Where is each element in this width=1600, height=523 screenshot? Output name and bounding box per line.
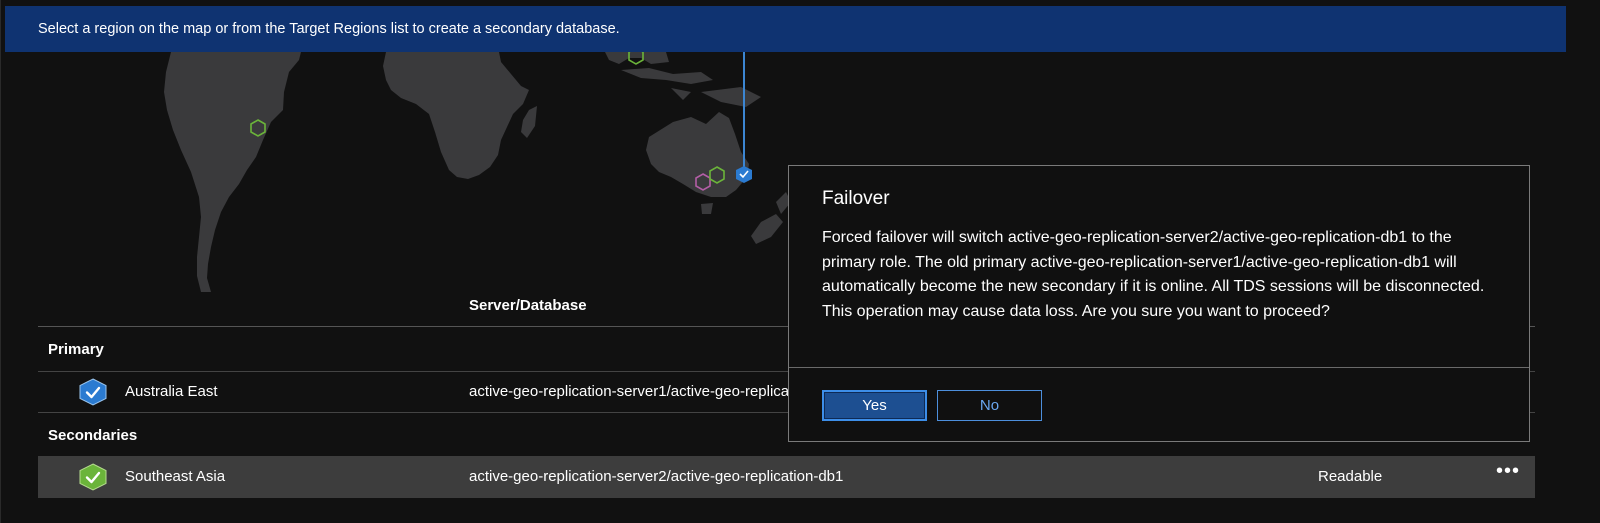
southeast-asia-landmass — [605, 52, 669, 64]
table-row[interactable]: Southeast Asia active-geo-replication-se… — [38, 456, 1535, 498]
instruction-banner-text: Select a region on the map or from the T… — [38, 21, 620, 37]
dialog-message: Forced failover will switch active-geo-r… — [822, 229, 1485, 320]
failover-dialog: Failover Forced failover will switch act… — [788, 165, 1530, 442]
geo-replication-blade: Select a region on the map or from the T… — [0, 0, 1600, 523]
australia-landmass — [646, 112, 749, 197]
server-database-column-header: Server/Database — [469, 297, 587, 314]
yes-button[interactable]: Yes — [822, 390, 927, 421]
primary-group-label: Primary — [48, 341, 104, 358]
new-zealand-landmass — [751, 192, 791, 244]
africa-landmass — [383, 52, 529, 179]
primary-check-hexagon-icon — [79, 378, 107, 406]
no-button[interactable]: No — [937, 390, 1042, 421]
tasmania-landmass — [701, 203, 713, 214]
dialog-title: Failover — [822, 188, 890, 209]
more-options-icon[interactable]: ••• — [1496, 460, 1520, 483]
secondaries-group-label: Secondaries — [48, 426, 138, 444]
dialog-divider — [789, 367, 1529, 368]
instruction-banner: Select a region on the map or from the T… — [5, 6, 1566, 52]
server-database-name: active-geo-replication-server2/active-ge… — [469, 468, 844, 485]
readable-status: Readable — [1318, 468, 1383, 485]
secondary-check-hexagon-icon — [79, 463, 107, 491]
region-name: Southeast Asia — [125, 468, 226, 485]
indonesia-islands — [621, 68, 761, 107]
south-america-landmass — [164, 52, 301, 292]
region-name: Australia East — [125, 383, 218, 400]
madagascar-landmass — [521, 106, 537, 138]
